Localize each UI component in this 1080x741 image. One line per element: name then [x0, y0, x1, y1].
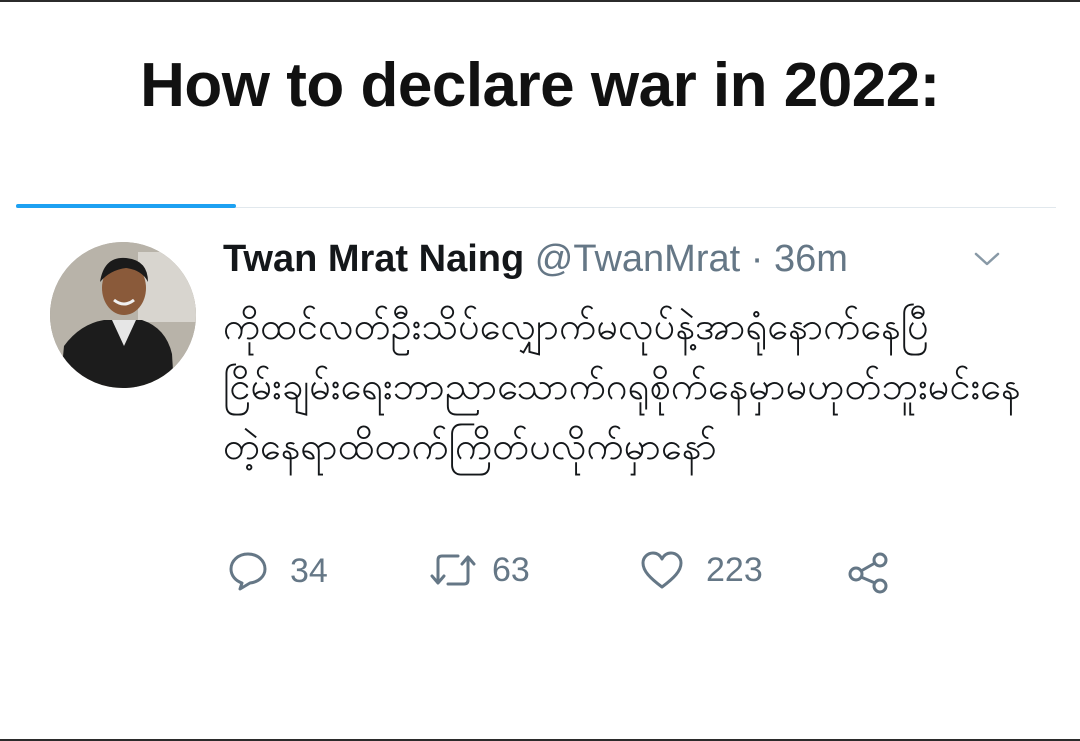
- heart-icon: [640, 550, 684, 590]
- tweet-text: ကိုထင်လတ်ဦးသိပ်လျှောက်မလုပ်နဲ့အာရုံနောက်…: [223, 304, 1021, 468]
- author-name[interactable]: Twan Mrat Naing: [223, 238, 524, 280]
- like-button[interactable]: 223: [640, 550, 763, 590]
- author-handle[interactable]: @TwanMrat: [535, 238, 740, 280]
- reply-button[interactable]: 34: [228, 550, 328, 592]
- tweet-timestamp[interactable]: 36m: [774, 238, 848, 280]
- retweet-icon: [428, 550, 478, 590]
- tweet-header: Twan Mrat Naing @TwanMrat · 36m: [223, 238, 848, 281]
- reply-count: 34: [290, 551, 328, 590]
- meme-caption: How to declare war in 2022:: [140, 51, 940, 120]
- retweet-button[interactable]: 63: [428, 550, 530, 590]
- avatar[interactable]: [50, 242, 196, 388]
- active-tab-indicator: [16, 204, 236, 208]
- meta-separator: ·: [740, 238, 774, 280]
- frame-top-border: [0, 0, 1080, 2]
- retweet-count: 63: [492, 550, 530, 589]
- share-icon: [846, 550, 890, 594]
- chevron-down-icon[interactable]: [972, 250, 1002, 275]
- reply-icon: [228, 550, 268, 592]
- share-button[interactable]: [846, 550, 890, 594]
- like-count: 223: [706, 550, 763, 589]
